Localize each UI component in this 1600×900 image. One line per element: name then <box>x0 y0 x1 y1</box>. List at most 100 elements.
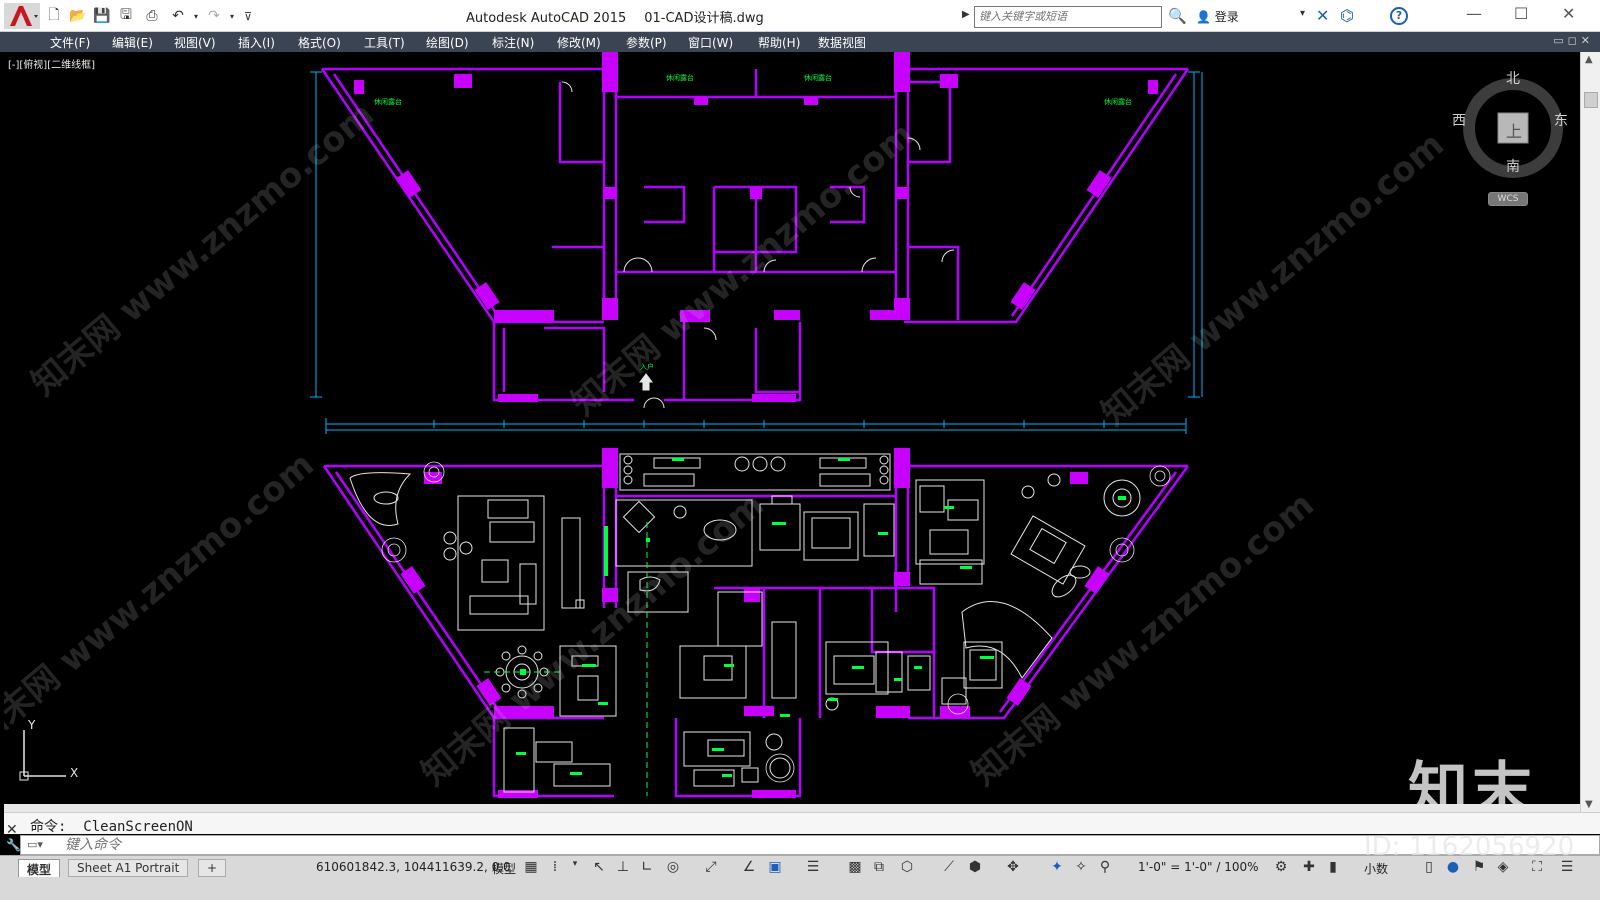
gizmo-icon[interactable]: ✥ <box>1004 859 1022 875</box>
units-icon[interactable]: ▮ <box>1324 859 1342 875</box>
command-history-text: 命令: _CleanScreenON <box>30 819 193 835</box>
command-prompt-icon[interactable]: ▭▾ <box>27 838 43 851</box>
menu-edit[interactable]: 编辑(E) <box>112 34 153 51</box>
isodraft-icon[interactable]: ◎ <box>664 859 682 875</box>
object-snap-icon[interactable]: ∠ <box>740 859 758 875</box>
polar-icon[interactable]: ∟ <box>638 859 656 875</box>
viewcube-south[interactable]: 南 <box>1506 156 1520 176</box>
print-icon[interactable]: ⎙ <box>142 6 162 26</box>
scroll-thumb[interactable] <box>1584 92 1598 108</box>
menu-help[interactable]: 帮助(H) <box>758 34 800 51</box>
close-icon[interactable]: ✕ <box>1562 4 1575 23</box>
ucs-y-label: Y <box>28 718 36 732</box>
minimize-icon[interactable]: — <box>1466 4 1482 23</box>
selection-cycling-icon[interactable]: ⧉ <box>870 859 888 875</box>
label-terrace-4: 休闲露台 <box>1104 97 1132 106</box>
customize-qat-icon[interactable]: ⊽ <box>238 6 258 26</box>
coordinates-readout[interactable]: 610601842.3, 104411639.2, 0.0 <box>316 860 511 874</box>
menu-format[interactable]: 格式(O) <box>298 34 341 51</box>
add-layout-icon[interactable]: + <box>198 859 227 877</box>
annotation-scale-icon[interactable]: ⚲ <box>1096 859 1114 875</box>
lineweight-icon[interactable]: ☰ <box>804 859 822 875</box>
undo-dropdown-icon[interactable]: ▾ <box>186 6 206 26</box>
tab-model[interactable]: 模型 <box>18 859 61 877</box>
wcs-menu[interactable]: WCS <box>1488 192 1528 206</box>
menu-data-view[interactable]: 数据视图 <box>818 34 866 51</box>
ucs-icon: Y X <box>18 718 98 790</box>
dynamic-input-icon[interactable]: ↖ <box>590 859 608 875</box>
selection-filter-icon[interactable]: ⬢ <box>966 859 984 875</box>
dynamic-ucs-icon[interactable]: ⟋ <box>940 859 958 875</box>
menu-parametric[interactable]: 参数(P) <box>626 34 667 51</box>
vertical-scrollbar[interactable]: ▲ ▼ <box>1580 52 1600 812</box>
menu-draw[interactable]: 绘图(D) <box>426 34 469 51</box>
snap-icon[interactable]: ⁞ <box>546 859 564 875</box>
login-button[interactable]: 👤 登录 <box>1196 8 1239 25</box>
open-file-icon[interactable]: 📂 <box>68 6 88 26</box>
document-window-controls[interactable]: ▭◻✕ <box>1553 34 1594 47</box>
menu-modify[interactable]: 修改(M) <box>557 34 601 51</box>
redo-icon[interactable]: ↷ <box>204 6 224 26</box>
scroll-down-icon[interactable]: ▼ <box>1585 799 1593 810</box>
exchange-apps-icon[interactable]: ✕ <box>1316 6 1329 25</box>
ortho-icon[interactable]: ⊥ <box>614 859 632 875</box>
horizontal-scrollbar[interactable] <box>4 804 1580 812</box>
help-icon[interactable]: ? <box>1390 7 1408 25</box>
autocad-window: 🗋 📂 💾 🖫 ⎙ ↶ ▾ ↷ ▾ ⊽ Autodesk AutoCAD 201… <box>0 0 1600 900</box>
viewport-controls-label[interactable]: [-][俯视][二维线框] <box>8 56 95 71</box>
workspace-gear-icon[interactable]: ⚙ <box>1272 859 1290 875</box>
scroll-up-icon[interactable]: ▲ <box>1585 54 1593 65</box>
annotation-visibility-icon[interactable]: ✦ <box>1048 859 1066 875</box>
menu-insert[interactable]: 插入(I) <box>238 34 275 51</box>
menu-dimension[interactable]: 标注(N) <box>492 34 534 51</box>
save-icon[interactable]: 💾 <box>92 6 112 26</box>
file-name: 01-CAD设计稿.dwg <box>644 11 764 26</box>
binoculars-search-icon[interactable]: 🔍 <box>1168 7 1187 25</box>
a360-icon[interactable]: ⌬ <box>1340 6 1354 25</box>
new-file-icon[interactable]: 🗋 <box>44 6 64 26</box>
status-bar: 模型 Sheet A1 Portrait + 610601842.3, 1044… <box>0 855 1600 900</box>
label-terrace-1: 休闲露台 <box>666 73 694 82</box>
maximize-icon[interactable]: ☐ <box>1514 4 1528 23</box>
brand-logo: 知末 <box>1408 756 1536 812</box>
object-snap-tracking-icon[interactable]: ⤢ <box>702 859 720 875</box>
command-history: 命令: _CleanScreenON <box>4 812 1600 835</box>
units-value[interactable]: 小数 <box>1364 860 1388 877</box>
annotation-scale-value[interactable]: 1'-0" = 1'-0" / 100% <box>1138 860 1259 874</box>
menu-file[interactable]: 文件(F) <box>50 34 90 51</box>
3d-osnap-icon[interactable]: ⬡ <box>898 859 916 875</box>
model-space-toggle[interactable]: 模型 <box>492 860 516 877</box>
login-dropdown-icon[interactable]: ▾ <box>1300 8 1305 19</box>
command-line-customize-icon[interactable]: 🔧 <box>6 838 21 852</box>
search-expand-icon[interactable]: ▶ <box>962 9 970 20</box>
grid-icon[interactable]: ▦ <box>522 859 540 875</box>
undo-icon[interactable]: ↶ <box>168 6 188 26</box>
save-as-icon[interactable]: 🖫 <box>116 6 136 26</box>
drawing-canvas[interactable]: 休闲露台 休闲露台 休闲露台 休闲露台 入户 [-][俯视][二维线框] 知末网… <box>4 52 1580 812</box>
snap-dropdown-icon[interactable]: ▾ <box>566 859 584 869</box>
annotation-monitor-icon[interactable]: ✚ <box>1300 859 1318 875</box>
command-input[interactable] <box>65 837 1565 853</box>
menu-tools[interactable]: 工具(T) <box>364 34 405 51</box>
floor-plan-drawing: 休闲露台 休闲露台 休闲露台 休闲露台 入户 <box>310 52 1203 798</box>
window-title: Autodesk AutoCAD 2015 01-CAD设计稿.dwg <box>466 7 782 26</box>
menu-bar: 文件(F) 编辑(E) 视图(V) 插入(I) 格式(O) 工具(T) 绘图(D… <box>0 32 1600 52</box>
viewcube-north[interactable]: 北 <box>1506 68 1520 88</box>
viewcube[interactable]: 北 南 东 西 上 <box>1452 68 1568 180</box>
menu-window[interactable]: 窗口(W) <box>688 34 733 51</box>
auto-scale-icon[interactable]: ✧ <box>1072 859 1090 875</box>
2d-osnap-icon[interactable]: ▣ <box>766 859 784 875</box>
viewcube-top[interactable]: 上 <box>1506 118 1522 142</box>
menu-view[interactable]: 视图(V) <box>174 34 216 51</box>
label-terrace-2: 休闲露台 <box>804 73 832 82</box>
viewcube-west[interactable]: 西 <box>1452 110 1466 130</box>
transparency-icon[interactable]: ▩ <box>846 859 864 875</box>
login-label: 登录 <box>1214 10 1239 24</box>
command-line-close-icon[interactable]: ✕ <box>6 822 18 838</box>
viewcube-east[interactable]: 东 <box>1554 110 1568 130</box>
brand-id: ID: 1162056920 <box>1364 832 1575 862</box>
app-name: Autodesk AutoCAD 2015 <box>466 11 627 26</box>
tab-sheet-a1-portrait[interactable]: Sheet A1 Portrait <box>68 859 189 877</box>
search-input[interactable] <box>974 6 1162 28</box>
autocad-logo-icon[interactable] <box>4 3 40 29</box>
